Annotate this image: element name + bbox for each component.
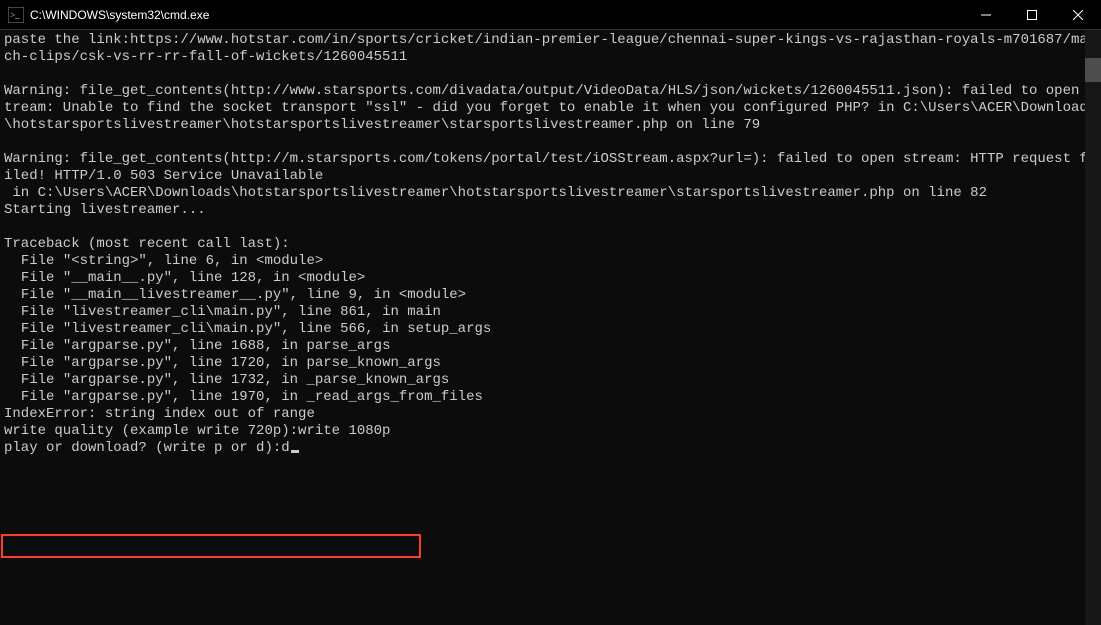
prompt-input: d bbox=[281, 440, 289, 456]
cmd-icon: >_ bbox=[8, 7, 24, 23]
svg-text:>_: >_ bbox=[10, 10, 20, 20]
close-button[interactable] bbox=[1055, 0, 1101, 30]
window-title: C:\WINDOWS\system32\cmd.exe bbox=[30, 8, 963, 22]
prompt-prefix: play or download? (write p or d): bbox=[4, 440, 281, 456]
terminal-text: paste the link:https://www.hotstar.com/i… bbox=[4, 32, 1096, 439]
minimize-button[interactable] bbox=[963, 0, 1009, 30]
vertical-scrollbar[interactable] bbox=[1085, 30, 1101, 625]
text-cursor bbox=[291, 450, 299, 453]
maximize-button[interactable] bbox=[1009, 0, 1055, 30]
terminal-output[interactable]: paste the link:https://www.hotstar.com/i… bbox=[0, 30, 1101, 625]
scrollbar-thumb[interactable] bbox=[1085, 58, 1101, 82]
window-titlebar: >_ C:\WINDOWS\system32\cmd.exe bbox=[0, 0, 1101, 30]
